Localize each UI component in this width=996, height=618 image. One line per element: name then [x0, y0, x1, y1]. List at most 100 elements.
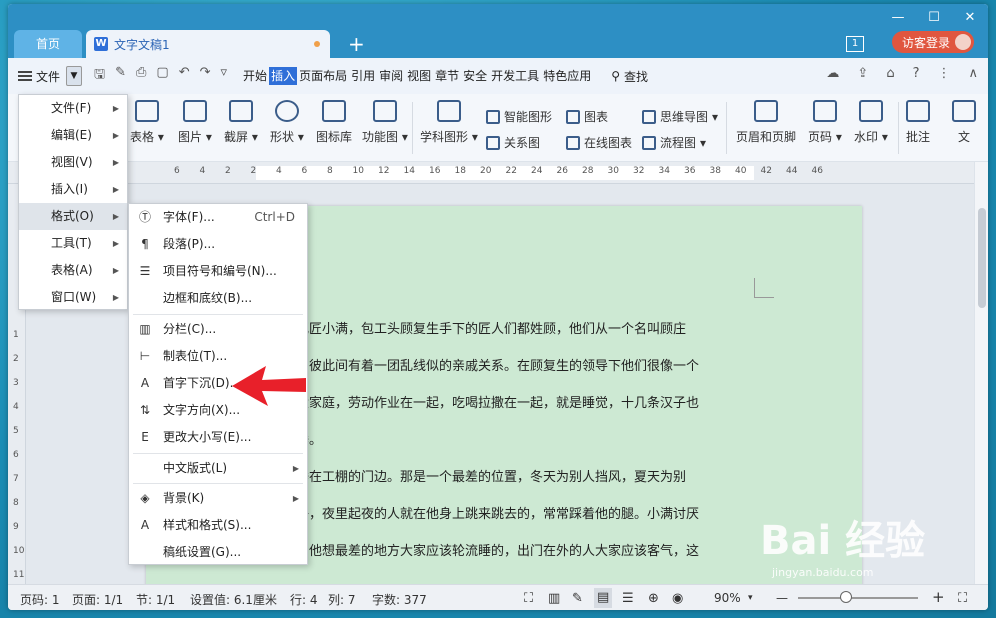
tab-security[interactable]: 安全 [461, 67, 489, 85]
zoom-dropdown-icon[interactable]: ▾ [748, 593, 753, 603]
collaborate-icon[interactable]: ⌂ [886, 66, 894, 81]
menu-insert[interactable]: 插入(I) ▶ [19, 176, 127, 203]
relation-chart-button[interactable]: 关系图 [486, 134, 540, 151]
menu-font[interactable]: Ⓣ 字体(F)... Ctrl+D [129, 204, 307, 231]
status-page-number[interactable]: 页码: 1 [20, 591, 60, 608]
menu-change-case[interactable]: E 更改大小写(E)... [129, 424, 307, 451]
menu-format[interactable]: 格式(O) ▶ [19, 203, 127, 230]
comment-button[interactable]: 批注 [906, 100, 930, 145]
scrollbar-thumb[interactable] [978, 208, 986, 308]
cloud-icon[interactable]: ☁ [826, 66, 839, 81]
vruler-tick-label: 5 [13, 426, 19, 436]
tab-insert[interactable]: 插入 [269, 67, 298, 85]
chevron-right-icon: ▶ [292, 464, 299, 473]
maximize-button[interactable]: ☐ [926, 10, 942, 25]
search-button[interactable]: ⚲ 查找 [611, 68, 648, 85]
menu-file[interactable]: 文件(F) ▶ [19, 95, 127, 122]
menu-asian-layout[interactable]: 中文版式(L) ▶ [129, 455, 307, 482]
picture-button[interactable]: 图片 ▾ [178, 100, 212, 145]
redo-icon[interactable]: ↷ [200, 65, 211, 87]
menu-borders-shading[interactable]: 边框和底纹(B)... [129, 285, 307, 312]
outline-view-icon[interactable]: ☰ [622, 591, 634, 606]
menu-table[interactable]: 表格(A) ▶ [19, 257, 127, 284]
vruler-tick-label: 7 [13, 474, 19, 484]
file-menu-button[interactable]: 文件 ▼ [18, 66, 83, 86]
text-box-button[interactable]: 文 [952, 100, 976, 145]
zoom-slider-knob[interactable] [840, 591, 852, 603]
tab-start[interactable]: 开始 [241, 67, 269, 85]
visitor-login-button[interactable]: 访客登录 [892, 31, 974, 53]
tab-page-layout[interactable]: 页面布局 [297, 67, 349, 85]
tab-home[interactable]: 首页 [14, 30, 82, 58]
document-line[interactable]: 瓦匠小满，包工头顾复生手下的匠人们都姓顾，他们从一个名叫顾庄 [296, 318, 686, 337]
zoom-slider[interactable] [798, 597, 918, 599]
write-mode-icon[interactable]: ✎ [572, 591, 583, 606]
zoom-level[interactable]: 90% [714, 591, 741, 605]
help-icon[interactable]: ? [913, 66, 920, 81]
share-icon[interactable]: ⇪ [857, 66, 868, 81]
shape-button[interactable]: 形状 ▾ [270, 100, 304, 145]
menu-bullets-numbering[interactable]: ☰ 项目符号和编号(N)... [129, 258, 307, 285]
format-painter-icon[interactable]: ✎ [115, 65, 126, 87]
menu-styles-formatting[interactable]: A 样式和格式(S)... [129, 512, 307, 539]
horizontal-ruler[interactable]: 6 4 2 2 4 6 8 10 12 14 16 18 20 22 24 26 28 30 32 34 36 38 40 4… [8, 162, 974, 184]
page-view-icon[interactable]: ▤ [594, 588, 613, 608]
document-line[interactable]: 子，夜里起夜的人就在他身上跳来跳去的，常常踩着他的腿。小满讨厌 [296, 503, 699, 522]
menu-columns[interactable]: ▥ 分栏(C)... [129, 316, 307, 343]
tab-developer[interactable]: 开发工具 [489, 67, 541, 85]
more-icon[interactable]: ⋮ [937, 66, 950, 81]
web-view-icon[interactable]: ⊕ [648, 591, 659, 606]
menu-background[interactable]: ◈ 背景(K) ▶ [129, 485, 307, 512]
watermark-button[interactable]: 水印 ▾ [854, 100, 888, 145]
print-icon[interactable]: ⎙ [136, 65, 146, 87]
window-count-badge[interactable]: 1 [846, 36, 864, 52]
chart-button[interactable]: 图表 [566, 108, 608, 125]
tab-review[interactable]: 审阅 [377, 67, 405, 85]
undo-icon[interactable]: ↶ [179, 65, 190, 87]
flowchart-button[interactable]: 流程图 ▾ [642, 134, 706, 151]
ribbon: 表格 ▾ 图片 ▾ 截屏 ▾ 形状 ▾ 图标库 功能图 ▾ 学科图形 ▾ 智能图… [8, 94, 988, 162]
menu-window[interactable]: 窗口(W) ▶ [19, 284, 127, 311]
document-line[interactable]: ，他想最差的地方大家应该轮流睡的，出门在外的人大家应该客气，这 [296, 540, 699, 559]
status-words[interactable]: 字数: 377 [372, 591, 427, 608]
menu-tools[interactable]: 工具(T) ▶ [19, 230, 127, 257]
minimize-button[interactable]: — [890, 10, 906, 25]
tab-sections[interactable]: 章节 [433, 67, 461, 85]
menu-manuscript-settings[interactable]: 稿纸设置(G)... [129, 539, 307, 566]
tab-references[interactable]: 引用 [349, 67, 377, 85]
eye-protection-icon[interactable]: ◉ [672, 591, 683, 606]
save-icon[interactable]: 🖫 [94, 65, 105, 87]
header-footer-button[interactable]: 页眉和页脚 [736, 100, 796, 145]
fullscreen-icon[interactable]: ⛶ [524, 591, 533, 606]
add-tab-button[interactable]: + [348, 34, 365, 54]
zoom-out-button[interactable]: — [776, 591, 788, 605]
chevron-down-icon[interactable]: ▼ [66, 66, 83, 86]
function-chart-button[interactable]: 功能图 ▾ [362, 100, 408, 145]
tab-view[interactable]: 视图 [405, 67, 433, 85]
smart-graphic-button[interactable]: 智能图形 [486, 108, 552, 125]
menu-view[interactable]: 视图(V) ▶ [19, 149, 127, 176]
icon-library-button[interactable]: 图标库 [316, 100, 352, 145]
close-button[interactable]: ✕ [962, 10, 978, 25]
document-line[interactable]: 睡在工棚的门边。那是一个最差的位置，冬天为别人挡风，夏天为别 [296, 466, 686, 485]
subject-graphics-button[interactable]: 学科图形 ▾ [420, 100, 478, 145]
zoom-in-button[interactable]: + [932, 588, 945, 606]
screenshot-button[interactable]: 截屏 ▾ [224, 100, 258, 145]
document-line[interactable]: ，彼此间有着一团乱线似的亲戚关系。在顾复生的领导下他们很像一个 [296, 355, 699, 374]
menu-paragraph[interactable]: ¶ 段落(P)... [129, 231, 307, 258]
print-preview-icon[interactable]: ▢ [156, 65, 168, 87]
read-mode-icon[interactable]: ▥ [548, 591, 560, 606]
tab-features[interactable]: 特色应用 [541, 67, 593, 85]
vertical-scrollbar[interactable] [974, 162, 988, 584]
tab-document[interactable]: W 文字文稿1 [86, 30, 330, 58]
page-number-button[interactable]: 页码 ▾ [808, 100, 842, 145]
collapse-ribbon-icon[interactable]: ∧ [968, 66, 978, 81]
mind-map-button[interactable]: 思维导图 ▾ [642, 108, 718, 125]
online-chart-button[interactable]: 在线图表 [566, 134, 632, 151]
menu-edit[interactable]: 编辑(E) ▶ [19, 122, 127, 149]
table-button[interactable]: 表格 ▾ [130, 100, 164, 145]
menu-row: 文件 ▼ 🖫 ✎ ⎙ ▢ ↶ ↷ ▿ 开始 插入 页面布局 引用 审阅 视图 章… [8, 58, 988, 94]
fit-page-icon[interactable]: ⛶ [958, 591, 967, 606]
document-line[interactable]: 大家庭，劳动作业在一起，吃喝拉撒在一起，就是睡觉，十几条汉子也 [296, 392, 699, 411]
customize-icon[interactable]: ▿ [221, 65, 228, 87]
